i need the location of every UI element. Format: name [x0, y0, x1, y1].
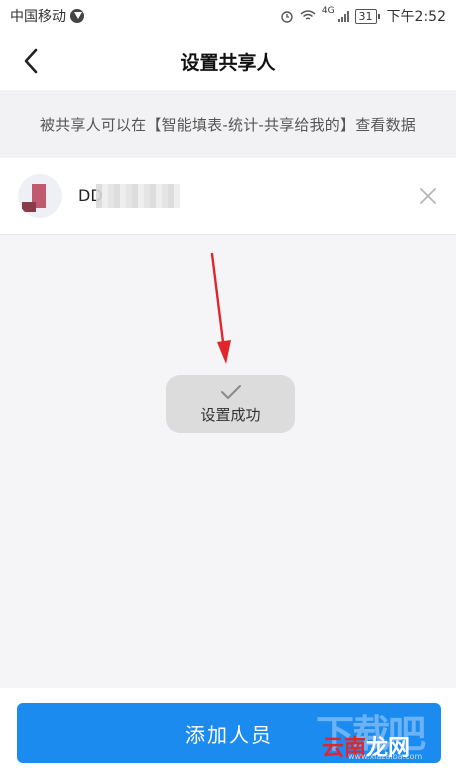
success-toast: 设置成功: [166, 375, 295, 433]
wifi-icon: [300, 10, 316, 20]
avatar: [18, 174, 62, 218]
page-title: 设置共享人: [180, 51, 276, 74]
sharer-row: DD: [0, 158, 456, 235]
battery-indicator: 31: [354, 8, 380, 24]
clock: 下午2:52: [386, 9, 446, 25]
status-left: 中国移动: [10, 6, 84, 26]
signal-icon: [337, 10, 349, 22]
watermark-site: www.xiazaiba.com: [348, 752, 423, 761]
status-right: 4G 31 下午2:52: [280, 6, 446, 26]
close-icon: [420, 188, 436, 204]
carrier-label: 中国移动: [10, 9, 66, 25]
nav-bar: 设置共享人: [0, 32, 456, 90]
alarm-icon: [281, 11, 293, 23]
chevron-left-icon: [24, 48, 38, 74]
toast-text: 设置成功: [200, 405, 261, 424]
annotation-arrow: [210, 252, 231, 364]
remove-sharer-button[interactable]: [416, 184, 440, 208]
network-type: 4G: [321, 6, 335, 16]
status-bar: 中国移动 4G 31 下午2:52: [0, 0, 456, 32]
name-redaction: [96, 184, 180, 208]
add-person-label: 添加人员: [185, 722, 273, 747]
checkmark-icon: [220, 384, 241, 399]
carrier-badge-icon: [70, 9, 84, 23]
back-button[interactable]: [14, 44, 48, 78]
hint-bar: 被共享人可以在【智能填表-统计-共享给我的】查看数据: [0, 90, 456, 158]
hint-text: 被共享人可以在【智能填表-统计-共享给我的】查看数据: [39, 115, 417, 134]
